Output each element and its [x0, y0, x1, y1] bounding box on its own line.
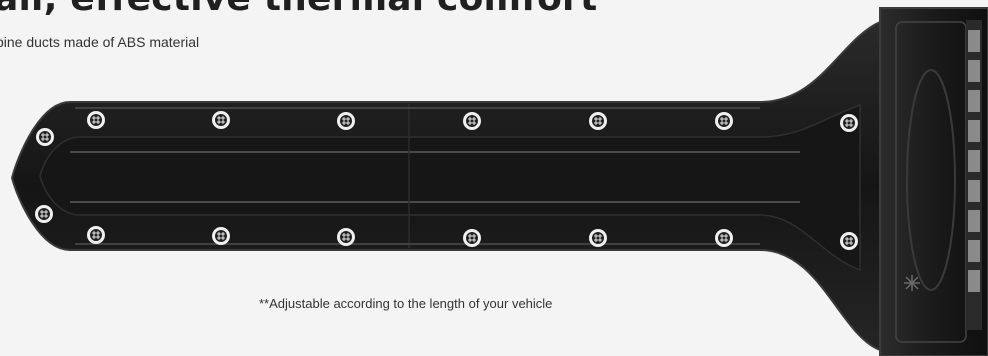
screw [840, 232, 858, 250]
screw [35, 205, 53, 223]
screw [337, 228, 355, 246]
screw [212, 111, 230, 129]
screw [840, 114, 858, 132]
screw [463, 112, 481, 130]
snowflake-icon [904, 275, 920, 291]
screw [87, 226, 105, 244]
screw [212, 227, 230, 245]
screw [463, 229, 481, 247]
screw [589, 229, 607, 247]
screw [589, 112, 607, 130]
length-footnote: **Adjustable according to the length of … [259, 296, 553, 311]
screw [36, 128, 54, 146]
flange-label-strip [966, 20, 982, 330]
screw [715, 112, 733, 130]
screw [715, 229, 733, 247]
screw [337, 112, 355, 130]
screw [87, 111, 105, 129]
